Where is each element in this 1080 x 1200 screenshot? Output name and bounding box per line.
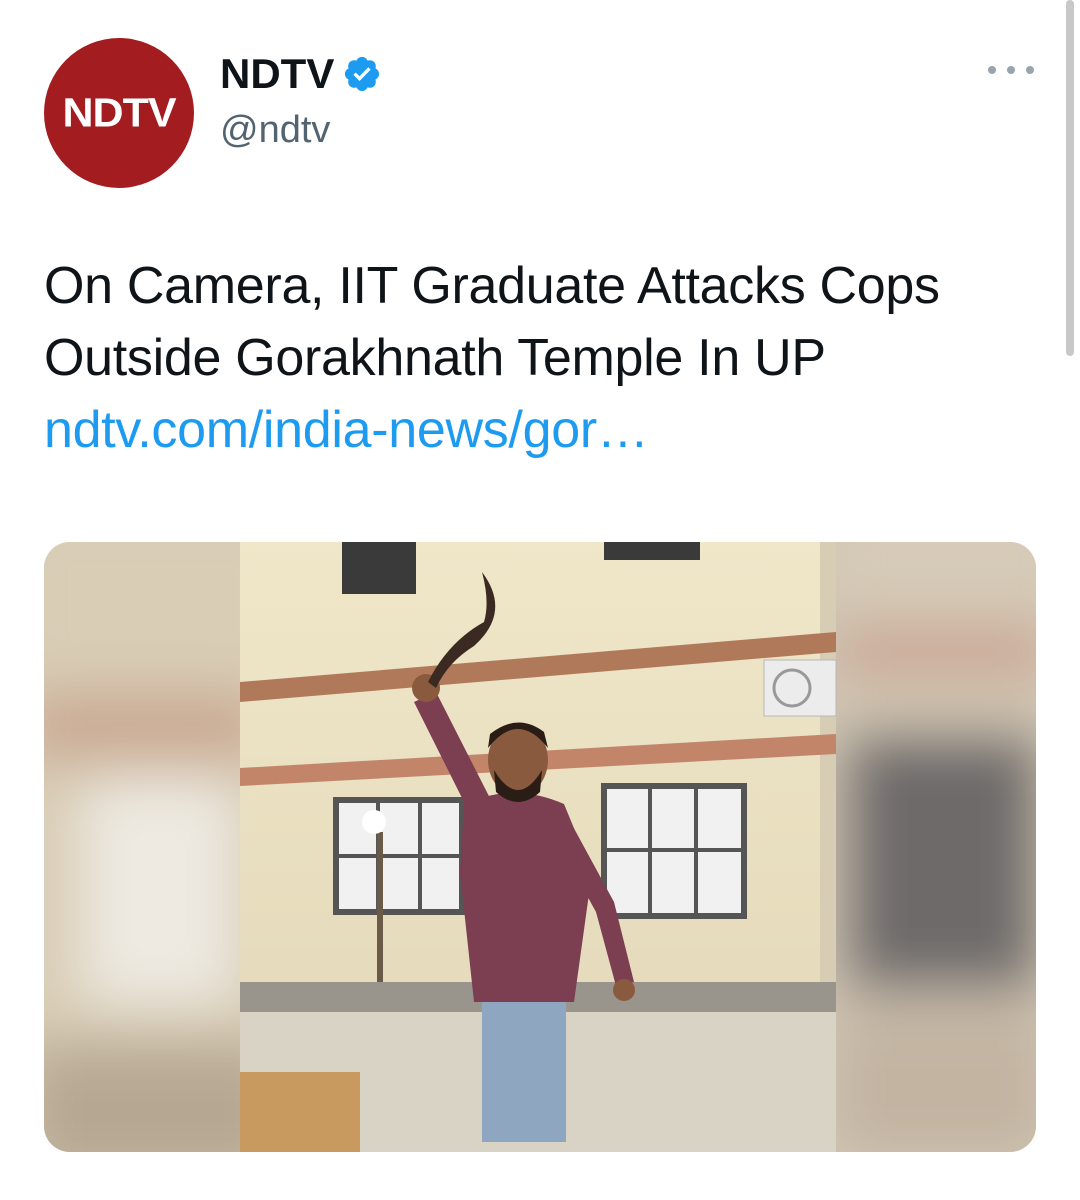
tweet-link[interactable]: ndtv.com/india-news/gor… bbox=[44, 401, 649, 459]
more-dot bbox=[1026, 66, 1034, 74]
more-options-icon[interactable] bbox=[988, 58, 1034, 82]
author-name-row: NDTV bbox=[220, 48, 382, 100]
more-dot bbox=[1007, 66, 1015, 74]
scrollbar[interactable] bbox=[1066, 0, 1074, 356]
more-dot bbox=[988, 66, 996, 74]
tweet-text: On Camera, IIT Graduate Attacks Cops Out… bbox=[44, 250, 1044, 466]
tweet-media-image[interactable] bbox=[44, 542, 1036, 1152]
tweet-card: NDTV NDTV @ndtv On Camera, IIT Graduate … bbox=[0, 0, 1080, 1200]
video-center-frame bbox=[240, 542, 837, 1152]
media-video-frame bbox=[44, 542, 1036, 1152]
blurred-right-panel bbox=[824, 542, 1036, 1152]
user-handle[interactable]: @ndtv bbox=[220, 106, 330, 154]
verified-badge-icon bbox=[345, 56, 380, 92]
display-name[interactable]: NDTV bbox=[220, 48, 334, 100]
avatar[interactable]: NDTV bbox=[44, 38, 194, 188]
tweet-body: On Camera, IIT Graduate Attacks Cops Out… bbox=[44, 257, 940, 387]
avatar-logo-text: NDTV bbox=[62, 89, 176, 136]
